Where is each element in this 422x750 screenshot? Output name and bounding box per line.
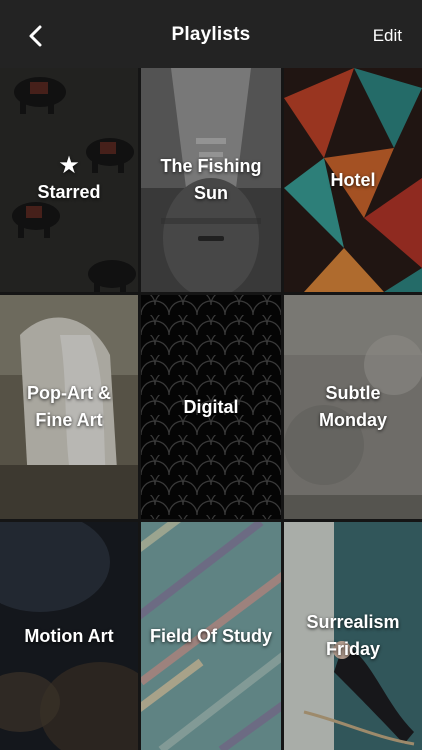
playlist-tile-hotel[interactable]: Hotel <box>284 68 422 292</box>
playlist-tile-the-fishing-sun[interactable]: The Fishing Sun <box>141 68 281 292</box>
playlist-tile-field-of-study[interactable]: Field Of Study <box>141 522 281 750</box>
playlist-tile-surrealism-friday[interactable]: Surrealism Friday <box>284 522 422 750</box>
playlist-label: Subtle Monday <box>318 383 387 430</box>
playlist-grid: ★ Starred The Fishing Sun Hotel Pop-Art … <box>0 68 422 750</box>
edit-button[interactable]: Edit <box>373 26 402 46</box>
playlist-label: Field Of Study <box>149 625 272 646</box>
playlist-label: Pop-Art & Fine Art <box>27 383 111 430</box>
playlist-tile-subtle-monday[interactable]: Subtle Monday <box>284 295 422 519</box>
nav-bar: Playlists Edit <box>0 0 422 68</box>
playlist-label: Surrealism Friday <box>306 612 400 659</box>
playlist-label: Motion Art <box>24 625 114 646</box>
page-title: Playlists <box>171 24 251 45</box>
playlist-tile-starred[interactable]: ★ Starred <box>0 68 138 292</box>
playlist-tile-motion-art[interactable]: Motion Art <box>0 522 138 750</box>
playlist-label: The Fishing Sun <box>160 156 262 203</box>
star-icon: ★ <box>58 151 80 179</box>
playlist-label: Digital <box>183 396 239 417</box>
playlist-label: Starred <box>37 181 101 202</box>
playlist-label: Hotel <box>330 169 376 190</box>
playlist-tile-digital[interactable]: Digital <box>141 295 281 519</box>
playlist-tile-pop-art-fine-art[interactable]: Pop-Art & Fine Art <box>0 295 138 519</box>
